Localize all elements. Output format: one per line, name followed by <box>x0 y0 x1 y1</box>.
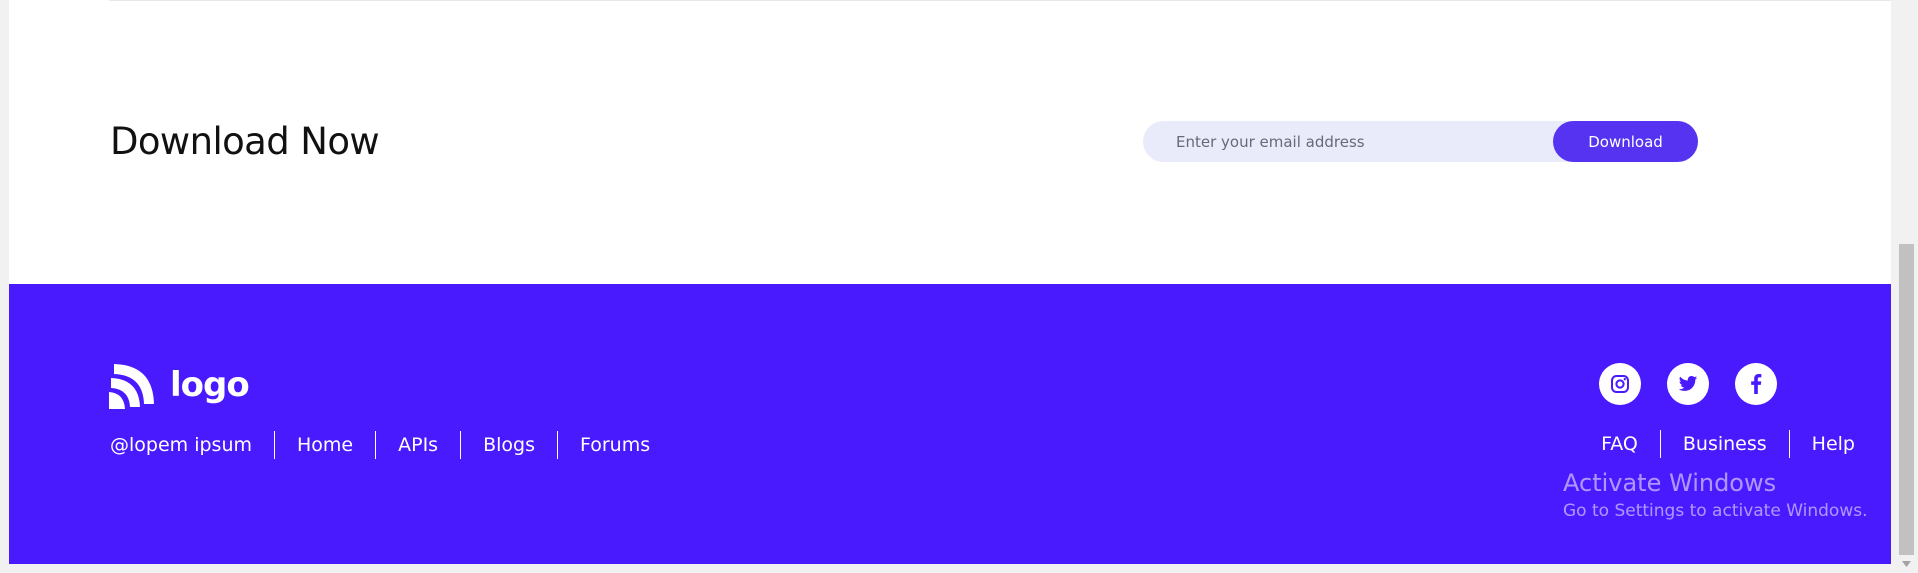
horizontal-scroll-track <box>0 564 1891 573</box>
email-input[interactable] <box>1176 121 1526 162</box>
facebook-button[interactable] <box>1735 363 1777 405</box>
watermark-title: Activate Windows <box>1563 469 1777 497</box>
footer-link-blogs[interactable]: Blogs <box>460 431 557 459</box>
footer-link-business[interactable]: Business <box>1659 430 1789 458</box>
logo-text: logo <box>170 365 250 405</box>
footer-link-apis[interactable]: APIs <box>375 431 460 459</box>
logo-mark-icon <box>109 364 154 409</box>
facebook-icon <box>1751 374 1762 394</box>
footer-link-copyright[interactable]: @lopem ipsum <box>110 431 274 459</box>
scrollbar-thumb[interactable] <box>1899 244 1914 555</box>
windows-activation-watermark: Activate Windows Go to Settings to activ… <box>1563 468 1868 522</box>
social-links <box>1599 363 1803 405</box>
download-title: Download Now <box>110 120 380 163</box>
footer-link-forums[interactable]: Forums <box>556 431 672 459</box>
scroll-down-arrow-icon[interactable] <box>1899 556 1914 571</box>
footer-link-help[interactable]: Help <box>1788 430 1855 458</box>
watermark-subtitle: Go to Settings to activate Windows. <box>1563 501 1868 521</box>
browser-viewport: Download Now Download logo @lopem ipsum … <box>0 0 1918 573</box>
footer: logo @lopem ipsum Home APIs Blogs Forums <box>9 284 1891 564</box>
logo[interactable]: logo <box>109 361 250 409</box>
vertical-scrollbar[interactable] <box>1891 0 1918 573</box>
footer-links: @lopem ipsum Home APIs Blogs Forums <box>110 431 672 459</box>
footer-right-links: FAQ Business Help <box>1579 430 1855 458</box>
download-button[interactable]: Download <box>1553 121 1698 162</box>
footer-link-home[interactable]: Home <box>274 431 375 459</box>
instagram-button[interactable] <box>1599 363 1641 405</box>
chevron-down-icon <box>1902 560 1911 567</box>
twitter-button[interactable] <box>1667 363 1709 405</box>
twitter-icon <box>1678 376 1698 391</box>
section-divider <box>109 0 1899 1</box>
footer-link-faq[interactable]: FAQ <box>1579 430 1660 458</box>
instagram-icon <box>1611 375 1629 393</box>
